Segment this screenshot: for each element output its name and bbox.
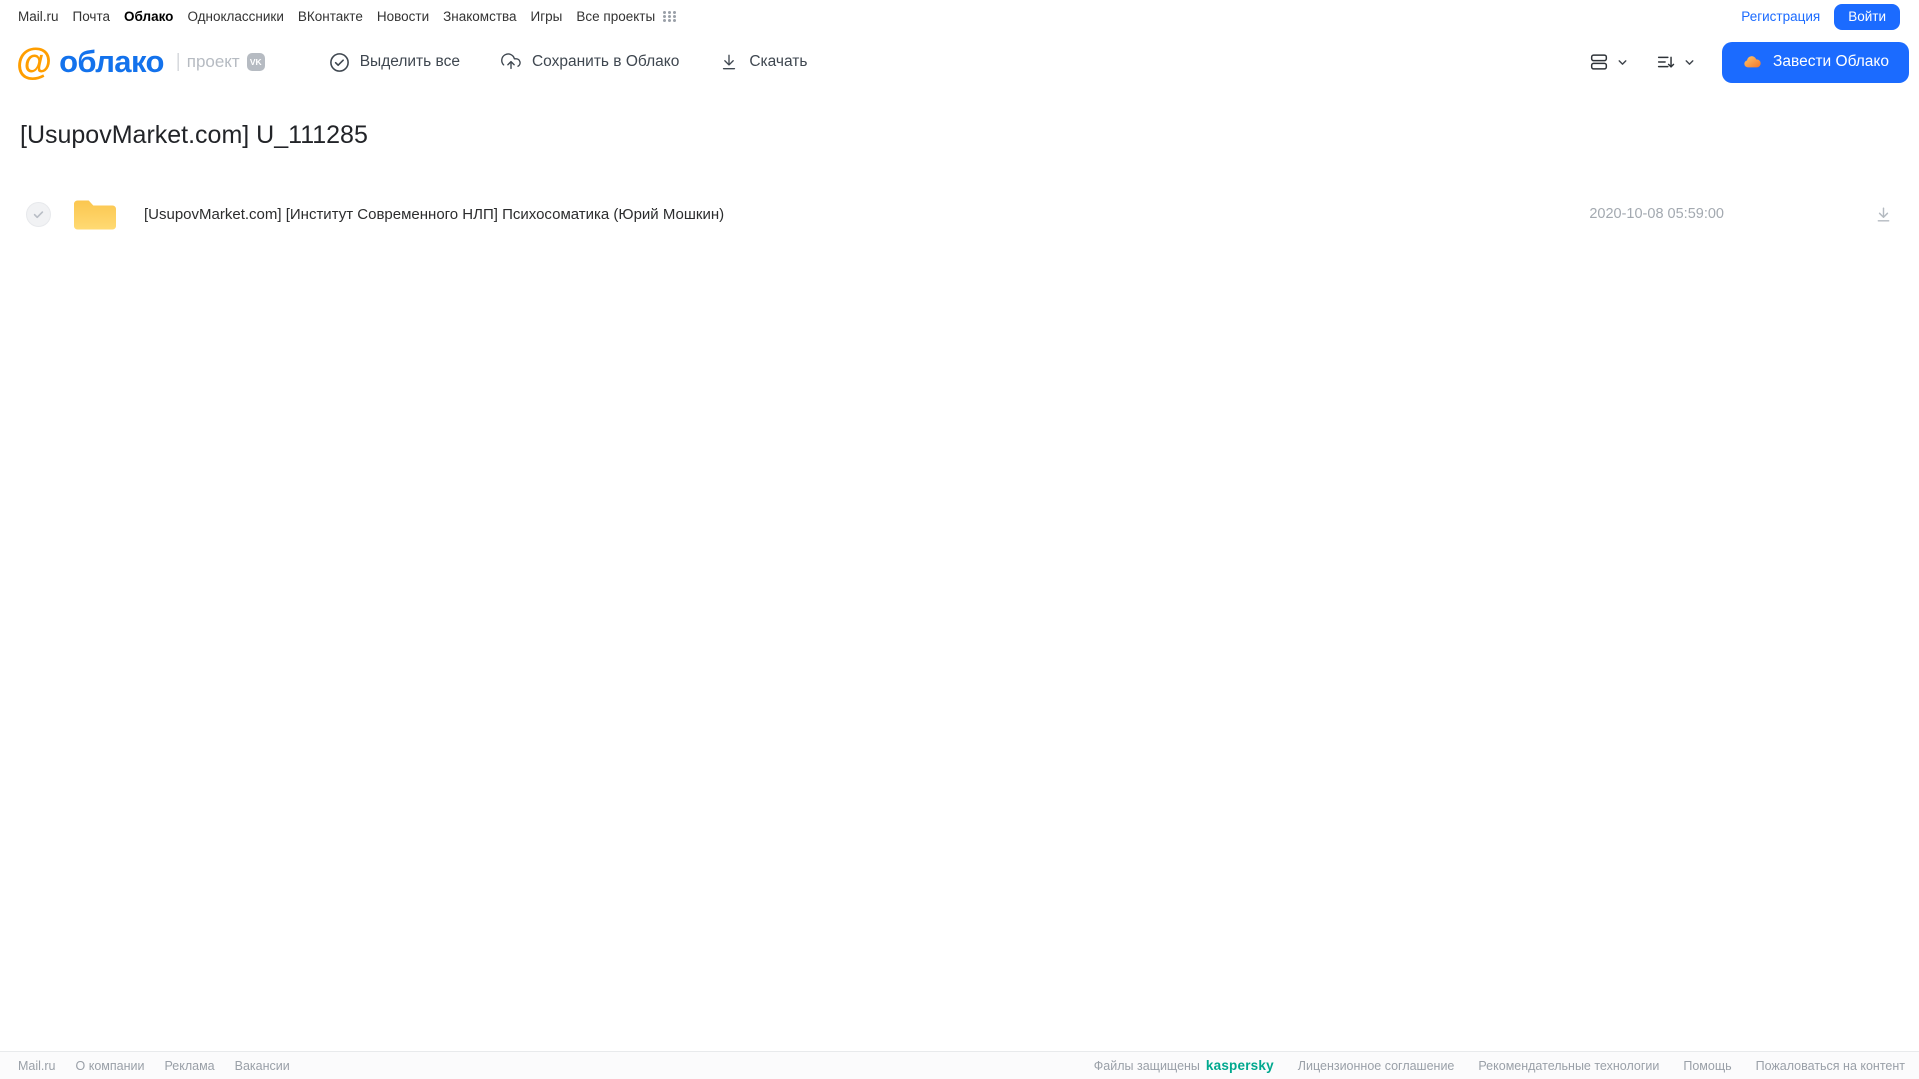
file-name-link[interactable]: [UsupovMarket.com] [Институт Современног…: [144, 206, 1589, 223]
footer-link-recommendations[interactable]: Рекомендательные технологии: [1478, 1059, 1659, 1073]
chevron-down-icon: [1683, 56, 1696, 69]
footer-link-mailru[interactable]: Mail.ru: [18, 1059, 56, 1073]
footer-link-license[interactable]: Лицензионное соглашение: [1298, 1059, 1455, 1073]
register-link[interactable]: Регистрация: [1741, 9, 1820, 24]
cloud-toolbar: @ облако | проект VK Выделить все Сохран…: [0, 33, 1919, 91]
content-area: [UsupovMarket.com] U_111285 [UsupovMarke…: [0, 91, 1919, 1051]
project-vk-label: проект VK: [187, 52, 265, 72]
project-label: проект: [186, 52, 240, 71]
topnav-item-novosti[interactable]: Новости: [377, 9, 429, 24]
kaspersky-protect: Файлы защищены kaspersky: [1094, 1058, 1274, 1073]
footer-link-company[interactable]: О компании: [76, 1059, 145, 1073]
file-date: 2020-10-08 05:59:00: [1589, 206, 1724, 222]
footer-right: Файлы защищены kaspersky Лицензионное со…: [1094, 1058, 1905, 1073]
apps-grid-icon[interactable]: [663, 11, 677, 22]
download-icon: [719, 52, 739, 72]
vk-icon: VK: [246, 53, 265, 71]
chevron-down-icon: [1616, 56, 1629, 69]
portal-nav: Mail.ru Почта Облако Одноклассники ВКонт…: [0, 0, 1919, 33]
get-cloud-button[interactable]: Завести Облако: [1722, 41, 1909, 83]
page-footer: Mail.ru О компании Реклама Вакансии Файл…: [0, 1051, 1919, 1079]
topnav-item-odnoklassniki[interactable]: Одноклассники: [187, 9, 283, 24]
toolbar-right: Завести Облако: [1588, 41, 1909, 83]
login-button[interactable]: Войти: [1834, 3, 1900, 30]
check-circle-icon: [329, 52, 350, 73]
save-to-cloud-button[interactable]: Сохранить в Облако: [500, 51, 679, 73]
footer-link-help[interactable]: Помощь: [1683, 1059, 1731, 1073]
topnav-item-igry[interactable]: Игры: [531, 9, 563, 24]
row-download-icon[interactable]: [1874, 205, 1893, 224]
download-button[interactable]: Скачать: [719, 51, 807, 73]
list-view-icon: [1588, 51, 1610, 73]
topnav-item-vse-proekty[interactable]: Все проекты: [576, 9, 655, 24]
cloud-logo-text: облако: [59, 44, 164, 79]
download-label: Скачать: [749, 53, 808, 70]
sort-dropdown[interactable]: [1655, 51, 1696, 73]
check-icon: [33, 210, 44, 218]
save-to-cloud-label: Сохранить в Облако: [531, 53, 680, 70]
topnav-item-oblako[interactable]: Облако: [124, 9, 173, 24]
view-mode-dropdown[interactable]: [1588, 51, 1629, 73]
toolbar-actions: Выделить все Сохранить в Облако Скачать: [329, 51, 807, 73]
cloud-icon: [1742, 52, 1763, 73]
kaspersky-logo: kaspersky: [1205, 1058, 1274, 1073]
topnav-item-mailru[interactable]: Mail.ru: [18, 9, 59, 24]
folder-icon: [72, 196, 118, 233]
topnav-item-znakomstva[interactable]: Знакомства: [443, 9, 516, 24]
protected-label: Файлы защищены: [1093, 1058, 1200, 1073]
page-title: [UsupovMarket.com] U_111285: [20, 121, 368, 149]
topnav-item-vkontakte[interactable]: ВКонтакте: [298, 9, 363, 24]
topnav-item-pochta[interactable]: Почта: [73, 9, 111, 24]
cloud-logo[interactable]: @ облако | проект VK: [16, 42, 265, 82]
footer-link-reklama[interactable]: Реклама: [164, 1059, 214, 1073]
mailru-at-icon: @: [16, 41, 53, 82]
footer-link-vakansii[interactable]: Вакансии: [235, 1059, 290, 1073]
select-all-label: Выделить все: [359, 53, 460, 70]
footer-link-report-content[interactable]: Пожаловаться на контент: [1756, 1059, 1905, 1073]
logo-divider: |: [175, 51, 181, 72]
select-all-button[interactable]: Выделить все: [329, 51, 460, 73]
sort-icon: [1655, 51, 1677, 73]
row-checkbox[interactable]: [26, 201, 51, 227]
file-row[interactable]: [UsupovMarket.com] [Институт Современног…: [0, 186, 1919, 242]
cloud-upload-icon: [500, 51, 522, 73]
get-cloud-label: Завести Облако: [1773, 53, 1889, 70]
